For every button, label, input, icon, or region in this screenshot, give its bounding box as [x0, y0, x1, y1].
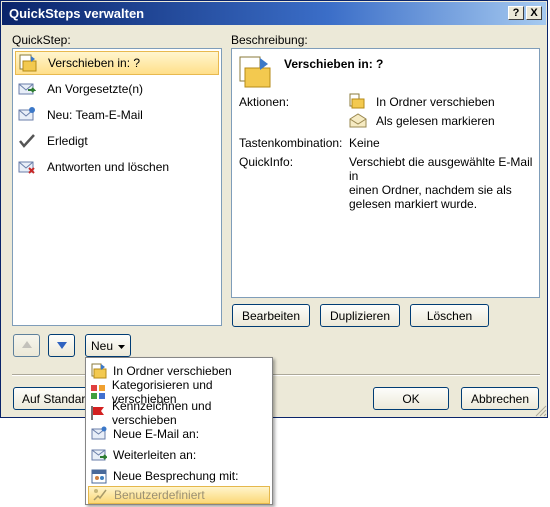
delete-button[interactable]: Löschen — [410, 304, 489, 327]
tooltip-label: QuickInfo: — [239, 155, 294, 169]
list-item-label: Verschieben in: ? — [48, 56, 141, 70]
actions-label: Aktionen: — [239, 95, 290, 109]
menu-item-flag[interactable]: Kennzeichnen und verschieben — [88, 399, 270, 427]
forward-mail-icon — [18, 80, 36, 98]
ok-button[interactable]: OK — [373, 387, 449, 410]
list-item-vorgesetzte[interactable]: An Vorgesetzte(n) — [15, 77, 219, 101]
description-label: Beschreibung: — [231, 33, 308, 47]
menu-item-custom[interactable]: Benutzerdefiniert — [88, 486, 270, 504]
close-button[interactable]: X — [526, 6, 542, 20]
title-bar[interactable]: QuickSteps verwalten ? X — [2, 2, 546, 25]
list-item-label: Antworten und löschen — [47, 160, 170, 174]
edit-button-label: Bearbeiten — [241, 308, 301, 323]
custom-icon — [91, 486, 109, 504]
help-button[interactable]: ? — [508, 6, 524, 20]
cancel-button-label: Abbrechen — [470, 391, 530, 406]
meeting-icon — [90, 467, 108, 485]
move-down-button[interactable] — [48, 334, 75, 357]
menu-item-label: Neue E-Mail an: — [113, 426, 200, 441]
new-button-label: Neu — [91, 338, 114, 353]
ok-button-label: OK — [402, 391, 420, 406]
duplicate-button[interactable]: Duplizieren — [320, 304, 400, 327]
list-item-antworten-loeschen[interactable]: Antworten und löschen — [15, 155, 219, 179]
menu-item-forward[interactable]: Weiterleiten an: — [88, 444, 270, 465]
chevron-down-icon — [118, 339, 126, 353]
large-move-to-folder-icon — [238, 55, 272, 92]
quicksteps-dialog: QuickSteps verwalten ? X QuickStep: Vers… — [0, 0, 548, 418]
arrow-down-icon — [56, 339, 68, 353]
list-item-team-email[interactable]: Neu: Team-E-Mail — [15, 103, 219, 127]
menu-item-meeting[interactable]: Neue Besprechung mit: — [88, 465, 270, 486]
quickstep-label: QuickStep: — [12, 33, 71, 47]
move-to-folder-icon — [90, 362, 108, 380]
move-up-button[interactable] — [13, 334, 40, 357]
menu-item-label: Benutzerdefiniert — [114, 488, 205, 502]
duplicate-button-label: Duplizieren — [329, 308, 391, 323]
tooltip-line: gelesen markiert wurde. — [349, 197, 478, 211]
edit-button[interactable]: Bearbeiten — [232, 304, 310, 327]
list-item-verschieben[interactable]: Verschieben in: ? — [15, 51, 219, 75]
menu-item-new-mail[interactable]: Neue E-Mail an: — [88, 423, 270, 444]
description-panel: Verschieben in: ? Aktionen: In Ordner ve… — [231, 48, 540, 298]
list-item-label: An Vorgesetzte(n) — [47, 82, 144, 96]
move-to-folder-icon — [19, 54, 37, 72]
categorize-icon — [90, 383, 107, 401]
new-mail-icon — [18, 106, 36, 124]
checkmark-icon — [18, 132, 36, 150]
tooltip-line: einen Ordner, nachdem sie als — [349, 183, 512, 197]
new-dropdown-button[interactable]: Neu — [85, 334, 131, 357]
cancel-button[interactable]: Abbrechen — [461, 387, 539, 410]
menu-item-label: Neue Besprechung mit: — [113, 468, 239, 483]
window-title: QuickSteps verwalten — [9, 6, 145, 21]
move-to-folder-icon — [349, 93, 365, 112]
list-item-label: Erledigt — [47, 134, 88, 148]
arrow-up-icon — [21, 339, 33, 353]
tooltip-value: Verschiebt die ausgewählte E-Mail in ein… — [349, 155, 539, 211]
new-mail-icon — [90, 425, 108, 443]
reply-delete-icon — [18, 158, 36, 176]
flag-icon — [90, 404, 107, 422]
resize-grip-icon[interactable] — [535, 405, 547, 417]
description-title: Verschieben in: ? — [284, 57, 384, 71]
menu-item-label: In Ordner verschieben — [113, 363, 232, 378]
quickstep-list[interactable]: Verschieben in: ? An Vorgesetzte(n) Neu:… — [12, 48, 222, 326]
mark-read-icon — [349, 112, 367, 131]
action-item: Als gelesen markieren — [376, 114, 495, 128]
reset-button-label: Auf Standard — [22, 391, 93, 406]
shortcut-value: Keine — [349, 136, 380, 150]
shortcut-label: Tastenkombination: — [239, 136, 343, 150]
menu-item-label: Weiterleiten an: — [113, 447, 197, 462]
list-item-label: Neu: Team-E-Mail — [47, 108, 143, 122]
list-item-erledigt[interactable]: Erledigt — [15, 129, 219, 153]
tooltip-line: Verschiebt die ausgewählte E-Mail in — [349, 155, 533, 183]
new-dropdown-menu: In Ordner verschieben Kategorisieren und… — [85, 357, 273, 505]
delete-button-label: Löschen — [426, 308, 473, 323]
forward-mail-icon — [90, 446, 108, 464]
action-item: In Ordner verschieben — [376, 95, 495, 109]
